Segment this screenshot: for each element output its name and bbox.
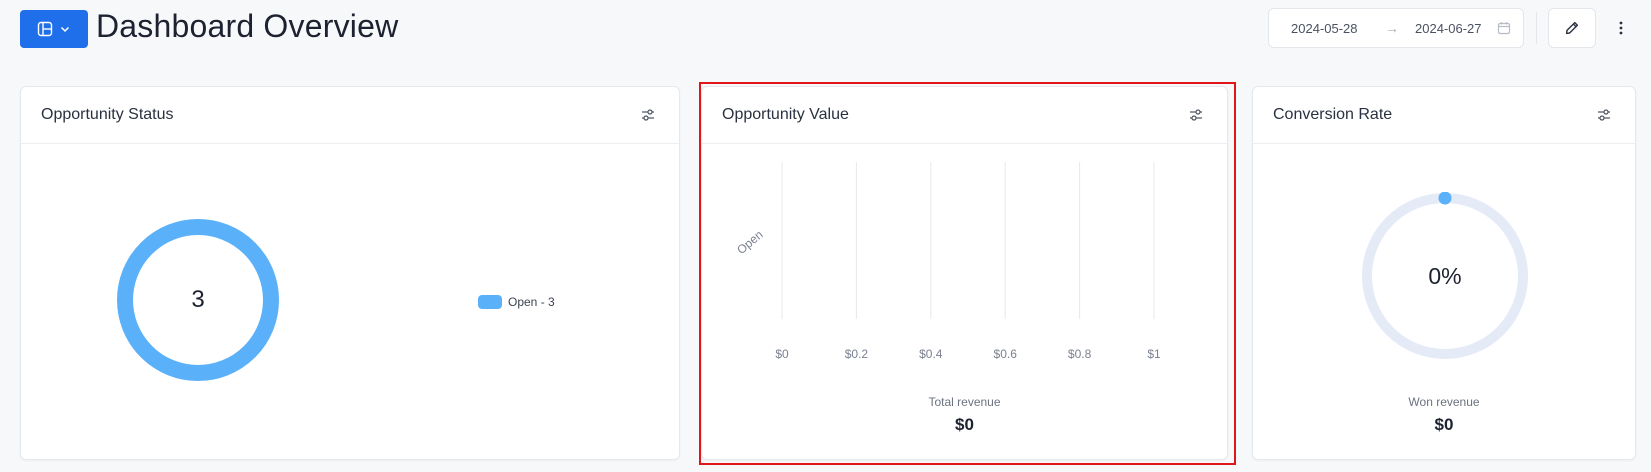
arrow-right-icon: → — [1385, 20, 1399, 36]
chart-legend: Open - 3 — [478, 295, 555, 309]
edit-button[interactable] — [1548, 8, 1596, 48]
legend-swatch — [478, 295, 502, 309]
date-from-input[interactable]: 2024-05-28 — [1291, 21, 1369, 36]
summary-value: $0 — [955, 415, 974, 434]
top-bar: Dashboard Overview 2024-05-28 → 2024-06-… — [0, 0, 1651, 60]
x-tick-label: $1 — [1147, 347, 1161, 361]
card-title: Opportunity Status — [41, 106, 174, 123]
view-switch-button[interactable] — [20, 10, 88, 48]
card-header: Opportunity Status — [21, 87, 679, 144]
y-category-label: Open — [734, 227, 765, 257]
card-header: Conversion Rate — [1253, 87, 1635, 144]
card-header: Opportunity Value — [702, 87, 1227, 144]
calendar-icon[interactable] — [1497, 21, 1511, 35]
filter-settings-icon[interactable] — [1185, 104, 1207, 126]
kebab-menu-icon — [1619, 21, 1623, 35]
card-title: Opportunity Value — [722, 106, 849, 123]
layout-icon — [37, 21, 53, 37]
summary-label: Total revenue — [928, 395, 1001, 409]
x-tick-label: $0.6 — [994, 347, 1018, 361]
summary-label: Won revenue — [1408, 395, 1480, 409]
chevron-down-icon — [59, 23, 71, 35]
won-revenue-summary: Won revenue $0 — [1253, 395, 1635, 435]
more-options-button[interactable] — [1612, 16, 1630, 40]
donut-center-value: 3 — [191, 286, 205, 313]
pencil-icon — [1564, 20, 1580, 36]
card-title: Conversion Rate — [1273, 106, 1393, 123]
opportunity-value-bar-chart: $0 $0.2 $0.4 $0.6 $0.8 $1 Open — [734, 162, 1161, 361]
date-to-input[interactable]: 2024-06-27 — [1415, 21, 1493, 36]
opportunity-value-card: Opportunity Value $0 $0.2 $0.4 $0.6 $0.8 $1 Op… — [701, 86, 1228, 460]
date-range-picker[interactable]: 2024-05-28 → 2024-06-27 — [1268, 8, 1524, 48]
toolbar-divider — [1536, 12, 1537, 44]
page-title: Dashboard Overview — [96, 8, 399, 44]
legend-label: Open - 3 — [508, 295, 555, 309]
x-tick-label: $0.4 — [919, 347, 943, 361]
opportunity-status-card: Opportunity Status 3 Open - 3 — [20, 86, 680, 460]
conversion-rate-value: 0% — [1428, 262, 1462, 289]
summary-value: $0 — [1434, 415, 1454, 434]
filter-settings-icon[interactable] — [1593, 104, 1615, 126]
x-tick-label: $0.8 — [1068, 347, 1092, 361]
x-tick-label: $0 — [775, 347, 789, 361]
x-tick-label: $0.2 — [845, 347, 869, 361]
conversion-rate-card: Conversion Rate 0% Won revenue $0 — [1252, 86, 1636, 460]
filter-settings-icon[interactable] — [637, 104, 659, 126]
total-revenue-summary: Total revenue $0 — [702, 395, 1227, 435]
